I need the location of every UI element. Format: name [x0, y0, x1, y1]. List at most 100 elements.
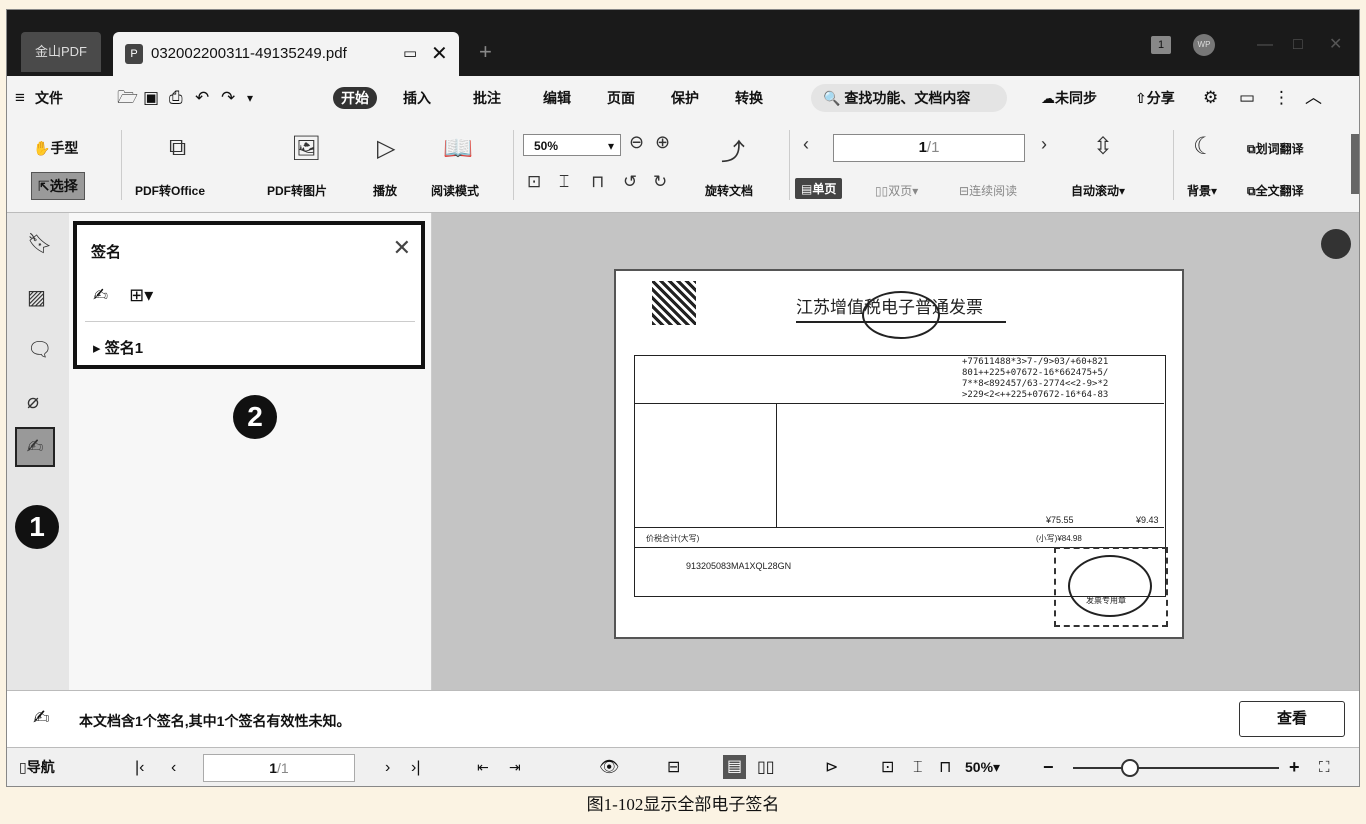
total-small: (小写)¥84.98 [1036, 534, 1082, 543]
divider [789, 130, 790, 200]
read-mode-button[interactable]: 阅读模式 [431, 182, 479, 199]
menu-icon[interactable]: ≡ [15, 76, 25, 120]
document-tab-title: 032002200311-49135249.pdf [151, 45, 347, 62]
next-page-icon[interactable]: › [1041, 134, 1047, 155]
zoom-slider-track[interactable] [1073, 767, 1279, 769]
search-input[interactable]: 🔍 查找功能、文档内容 [811, 84, 1007, 112]
signature-icon[interactable]: ✍ [15, 427, 55, 467]
bottom-bar: ▯导航 |‹ ‹ 1/1 › ›| ⇤ ⇥ 👁 ⊟ ▤ ▯▯ ⊳ ⊡ ⌶ ⊓ 5… [7, 747, 1359, 786]
document-tab[interactable]: P 032002200311-49135249.pdf ▭ ✕ [113, 32, 459, 76]
print-icon[interactable]: ⎙ [169, 76, 183, 120]
chevron-down-icon: ▾ [607, 139, 614, 153]
page-number-input[interactable]: 1/1 [203, 754, 355, 782]
page-input[interactable]: 1/1 [833, 134, 1025, 162]
prev-page-icon[interactable]: ‹ [803, 134, 809, 155]
double-page-icon[interactable]: ▯▯ [757, 748, 775, 786]
notification-badge[interactable]: 1 [1151, 36, 1171, 54]
annotation-icon[interactable]: 🗨︎ [27, 337, 52, 362]
quick-access-dropdown-icon[interactable]: ▾ [247, 76, 253, 120]
tab-insert[interactable]: 插入 [403, 76, 431, 120]
next-page-icon[interactable]: › [385, 748, 390, 786]
share-button[interactable]: ⇧分享 [1135, 76, 1175, 120]
sign-pen-icon[interactable]: ✍ [93, 285, 108, 305]
tab-edit[interactable]: 编辑 [543, 76, 571, 120]
tab-annotate[interactable]: 批注 [473, 76, 501, 120]
avatar[interactable]: WP [1193, 34, 1215, 56]
prev-page-icon[interactable]: ‹ [171, 748, 176, 786]
page-current: 1 [918, 139, 927, 156]
close-icon[interactable]: ✕ [393, 235, 411, 261]
eye-icon[interactable]: 👁 [599, 748, 619, 786]
fullscreen-icon[interactable]: ⛶ [1319, 748, 1330, 786]
select-tool[interactable]: ⇱选择 [31, 172, 85, 200]
more-icon[interactable]: ⋮ [1273, 76, 1290, 120]
fit-width-icon[interactable]: ⌶ [559, 172, 569, 192]
play-button[interactable]: 播放 [373, 182, 397, 199]
settings-icon[interactable]: ⚙ [1203, 76, 1218, 120]
open-folder-icon[interactable]: 🗁 [117, 76, 138, 120]
zoom-in-icon[interactable]: ⊕ [655, 132, 670, 153]
fit-page-icon[interactable]: ⊓ [939, 748, 951, 786]
forward-icon[interactable]: ⇥ [509, 748, 521, 786]
double-page-button[interactable]: ▯▯双页▾ [875, 182, 918, 199]
maximize-icon[interactable]: □ [1293, 36, 1303, 54]
zoom-select[interactable]: 50% ▾ [523, 134, 621, 156]
grid-view-icon[interactable]: ⊞▾ [129, 285, 153, 305]
pin-icon[interactable]: ▭ [403, 32, 417, 76]
collapse-ribbon-icon[interactable]: ︿ [1305, 76, 1322, 120]
document-viewport[interactable]: 江苏增值税电子普通发票 +77611488*3>7-/9>03/+60+821 … [432, 213, 1359, 690]
app-tab[interactable]: 金山PDF [21, 32, 101, 72]
auto-scroll-button[interactable]: 自动滚动▾ [1071, 182, 1125, 199]
navigation-toggle[interactable]: ▯导航 [19, 748, 55, 786]
first-page-icon[interactable]: |‹ [135, 748, 144, 786]
pdf-to-image-button[interactable]: PDF转图片 [267, 182, 327, 199]
page-current: 1 [269, 760, 278, 776]
bookmark-icon[interactable]: 🔖︎ [27, 231, 52, 256]
tab-bar: 金山PDF P 032002200311-49135249.pdf ▭ ✕ + … [7, 10, 1359, 76]
new-tab-button[interactable]: + [479, 32, 492, 72]
tab-start[interactable]: 开始 [333, 87, 377, 109]
zoom-slider-thumb[interactable] [1121, 759, 1139, 777]
signature-item[interactable]: ▸ 签名1 [93, 337, 143, 358]
continuous-icon[interactable]: ⊟ [667, 748, 680, 786]
sync-status[interactable]: ☁未同步 [1041, 76, 1097, 120]
zoom-in-button[interactable]: + [1289, 748, 1300, 786]
ribbon-scroll-handle[interactable] [1351, 134, 1359, 194]
rotate-right-icon[interactable]: ↻ [653, 172, 667, 192]
rotate-doc-button[interactable]: 旋转文档 [705, 182, 753, 199]
zoom-out-icon[interactable]: ⊖ [629, 132, 644, 153]
full-translate-button[interactable]: ⧉全文翻译 [1247, 182, 1304, 199]
redo-icon[interactable]: ↷ [221, 76, 235, 120]
tab-protect[interactable]: 保护 [671, 76, 699, 120]
attachment-icon[interactable]: ⌀ [27, 389, 39, 414]
view-button[interactable]: 查看 [1239, 701, 1345, 737]
close-window-icon[interactable]: ✕ [1329, 36, 1342, 54]
floating-tool-button[interactable] [1321, 229, 1351, 259]
undo-icon[interactable]: ↶ [195, 76, 209, 120]
zoom-level[interactable]: 50%▾ [965, 748, 1000, 786]
hand-tool[interactable]: ✋手型 [33, 138, 78, 158]
rotate-left-icon[interactable]: ↺ [623, 172, 637, 192]
tab-page[interactable]: 页面 [607, 76, 635, 120]
tab-convert[interactable]: 转换 [735, 76, 763, 120]
single-page-icon[interactable]: ▤ [723, 755, 747, 779]
thumbnail-icon[interactable]: ▨ [27, 285, 46, 310]
pdf-to-office-button[interactable]: PDF转Office [135, 182, 205, 199]
actual-size-icon[interactable]: ⊡ [881, 748, 894, 786]
minimize-icon[interactable]: — [1257, 36, 1273, 54]
continuous-read-button[interactable]: ⊟连续阅读 [959, 182, 1017, 199]
save-icon[interactable]: ▣ [143, 76, 159, 120]
file-menu[interactable]: 文件 [35, 76, 63, 120]
back-icon[interactable]: ⇤ [477, 748, 489, 786]
word-translate-button[interactable]: ⧉划词翻译 [1247, 140, 1304, 157]
last-page-icon[interactable]: ›| [411, 748, 420, 786]
fit-page-icon[interactable]: ⊓ [591, 172, 604, 192]
close-tab-icon[interactable]: ✕ [431, 32, 448, 76]
zoom-out-button[interactable]: − [1043, 748, 1054, 786]
play-icon[interactable]: ⊳ [825, 748, 838, 786]
actual-size-icon[interactable]: ⊡ [527, 172, 541, 192]
fit-width-icon[interactable]: ⌶ [913, 748, 923, 786]
background-button[interactable]: 背景▾ [1187, 182, 1217, 199]
single-page-button[interactable]: ▤单页 [795, 178, 843, 199]
comment-icon[interactable]: ▭ [1239, 76, 1255, 120]
